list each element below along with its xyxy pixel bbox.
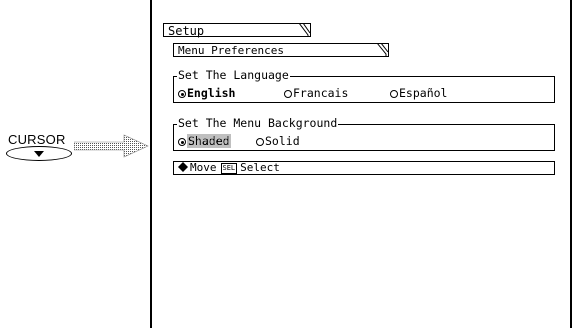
setup-menu-tab[interactable]: Setup (163, 23, 311, 38)
menu-preferences-tab[interactable]: Menu Preferences (173, 43, 389, 57)
select-label: Select (240, 161, 280, 174)
background-group: Set The Menu Background Shaded Solid (173, 116, 555, 151)
triangle-down-icon (34, 151, 44, 157)
background-option-solid[interactable]: Solid (256, 134, 300, 148)
dotted-arrow-icon (74, 134, 149, 158)
cursor-label: CURSOR (8, 132, 66, 147)
radio-empty-icon (390, 90, 398, 98)
radio-empty-icon (256, 138, 264, 146)
diamond-arrows-icon (178, 162, 188, 172)
sel-key-badge: SEL (220, 163, 238, 174)
menu-preferences-title: Menu Preferences (178, 44, 284, 57)
status-bar: Move SEL Select (173, 161, 555, 175)
tab-corner-icon (377, 43, 389, 56)
language-option-espanol[interactable]: Español (390, 86, 447, 100)
language-option-francais[interactable]: Francais (284, 86, 348, 100)
cursor-key-button (6, 146, 72, 161)
language-group: Set The Language English Francais Españo… (173, 68, 555, 103)
background-option-shaded[interactable]: Shaded (178, 134, 231, 148)
radio-empty-icon (284, 90, 292, 98)
radio-selected-icon (178, 138, 186, 146)
move-label: Move (190, 161, 217, 174)
setup-menu-title: Setup (168, 24, 205, 38)
tab-corner-icon (299, 23, 311, 37)
language-group-title: Set The Language (177, 68, 290, 82)
radio-selected-icon (178, 90, 186, 98)
background-group-title: Set The Menu Background (177, 116, 339, 130)
language-option-english[interactable]: English (178, 86, 235, 100)
